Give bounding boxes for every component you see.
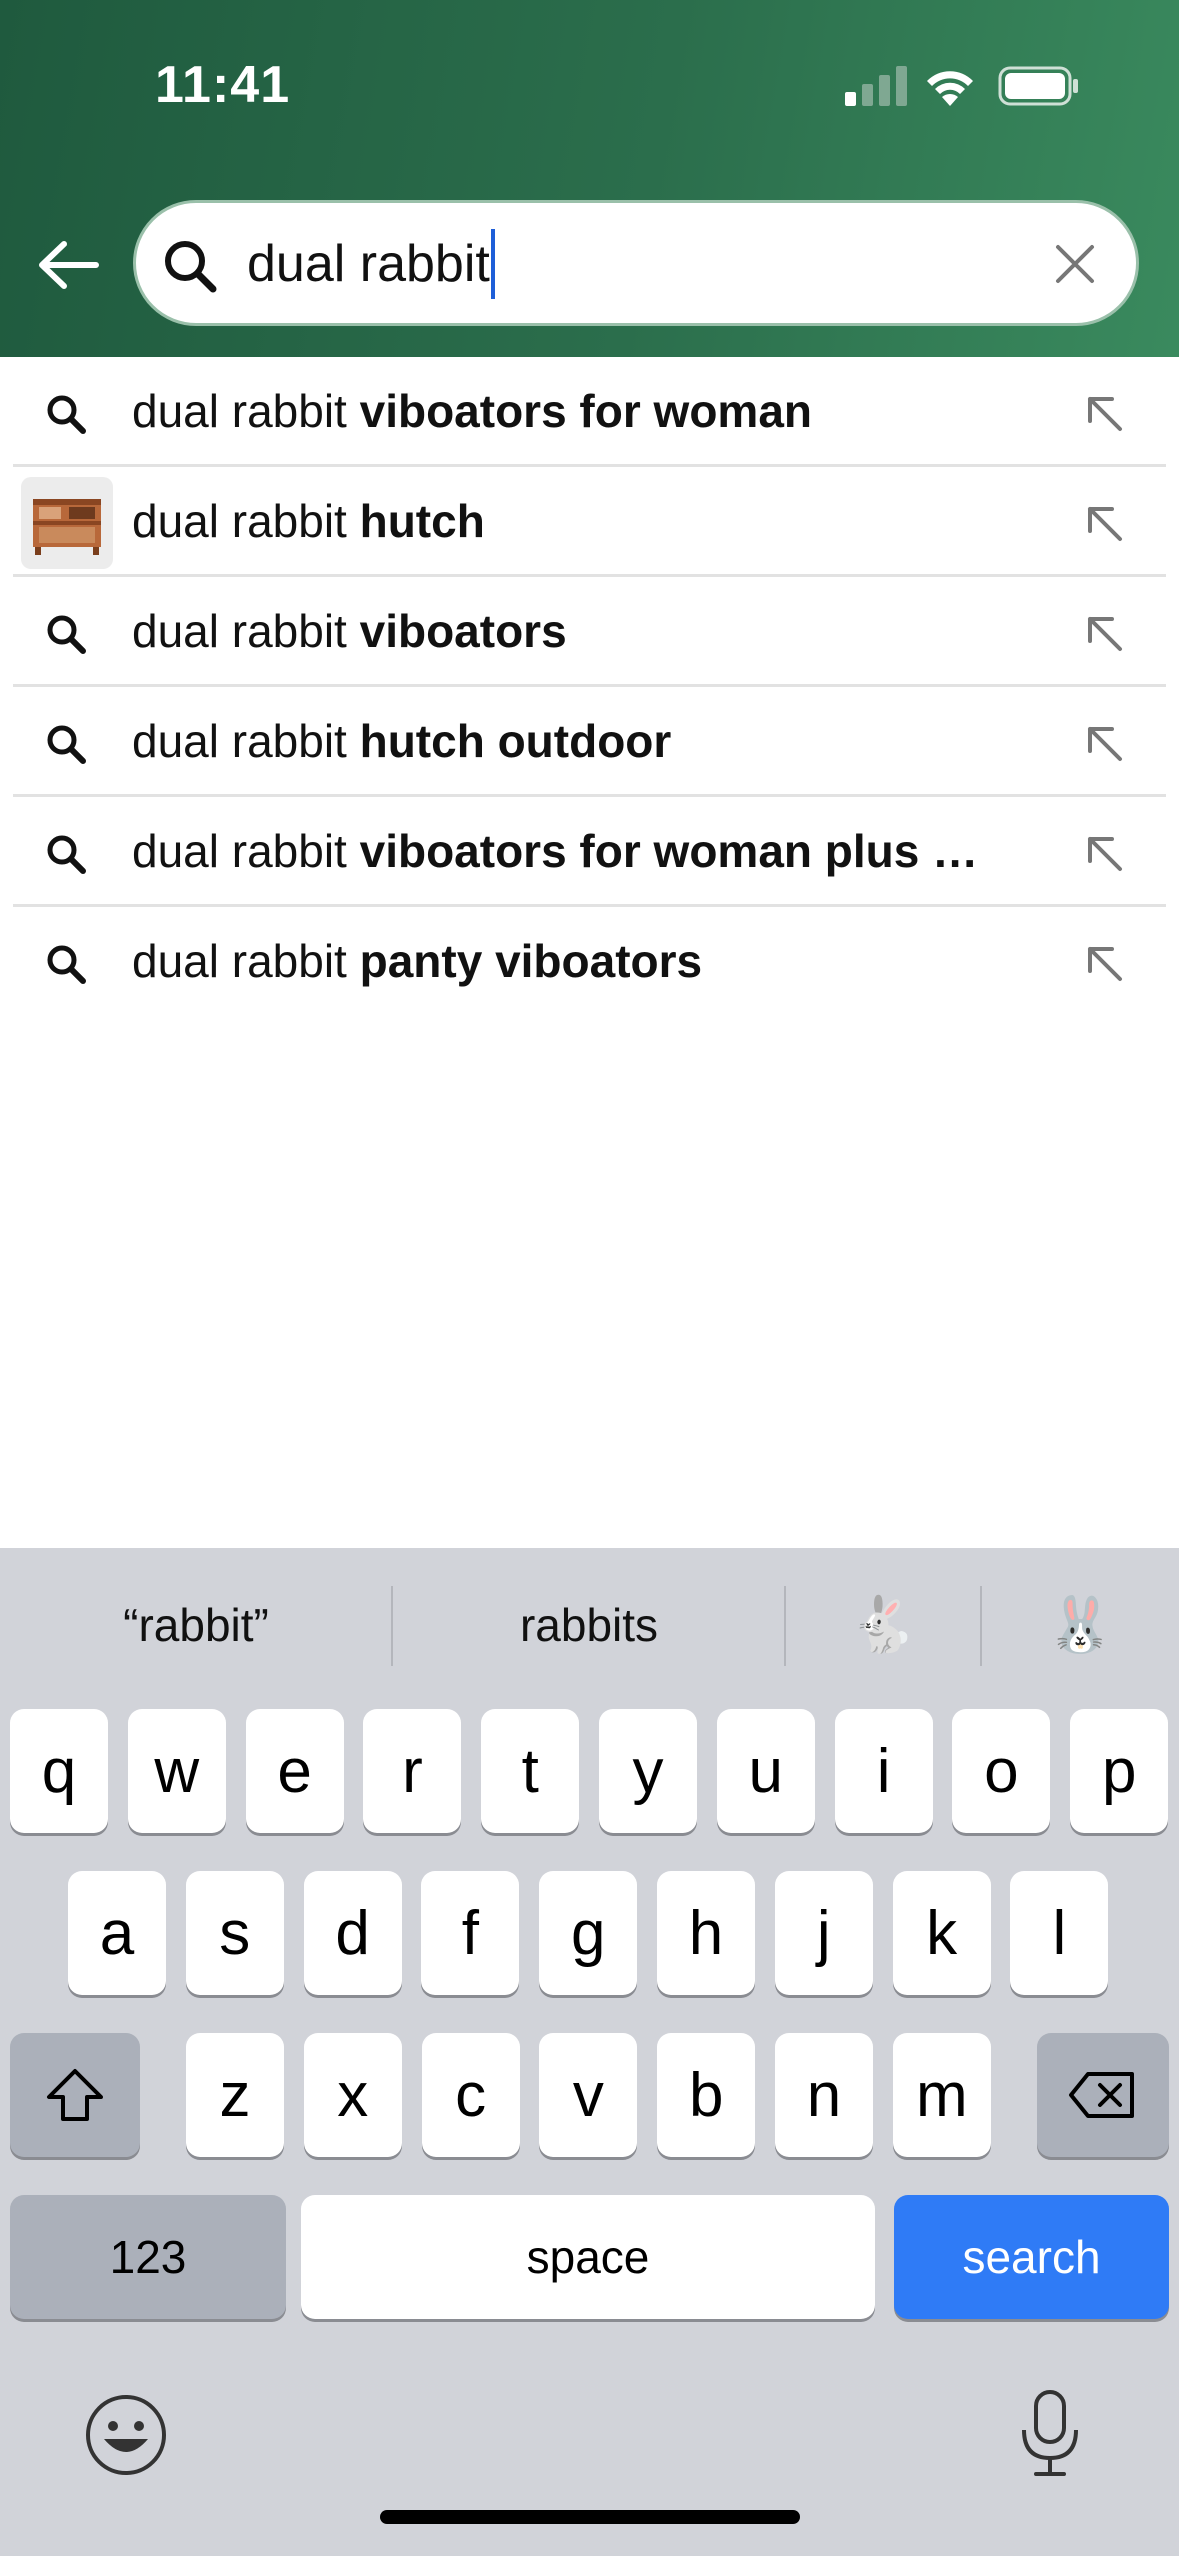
search-query-text[interactable]: dual rabbit [247,229,495,299]
key-s[interactable]: s [185,1871,284,1995]
back-arrow-icon[interactable] [34,230,104,300]
key-f[interactable]: f [421,1871,520,1995]
key-m[interactable]: m [892,2033,991,2157]
clear-search-icon[interactable] [1052,241,1098,287]
key-n[interactable]: n [775,2033,873,2157]
suggestion-text: dual rabbit hutch outdoor [132,711,1042,771]
predictive-text-bar: “rabbit” rabbits 🐇 🐰 [0,1548,1179,1703]
keyboard: “rabbit” rabbits 🐇 🐰 qwertyuiop asdfghjk… [0,1548,1179,2556]
suggestion-prefix: dual rabbit [132,935,360,987]
home-indicator [380,2510,800,2524]
suggestion-text: dual rabbit viboators for woman [132,381,1042,441]
suggestion-prefix: dual rabbit [132,495,360,547]
fill-search-arrow-icon[interactable] [1082,391,1126,435]
suggestion-row[interactable]: dual rabbit viboators for woman plus … [13,797,1166,907]
search-icon [47,945,86,984]
key-w[interactable]: w [127,1709,226,1833]
search-icon [47,725,86,764]
search-icon [47,615,86,654]
key-k[interactable]: k [892,1871,991,1995]
suggestion-prefix: dual rabbit [132,715,360,767]
suggestion-row[interactable]: dual rabbit hutch outdoor [13,687,1166,797]
suggestion-text: dual rabbit viboators [132,601,1042,661]
key-i[interactable]: i [834,1709,933,1833]
space-key[interactable]: space [301,2195,875,2319]
key-d[interactable]: d [303,1871,402,1995]
suggestion-completion: panty viboators [359,935,703,987]
suggestion-completion: viboators for woman plus … [359,825,979,877]
search-suggestions-list: dual rabbit viboators for woman dual rab… [0,357,1179,1014]
suggestion-completion: hutch outdoor [359,715,672,767]
search-icon [47,395,86,434]
key-c[interactable]: c [421,2033,520,2157]
delete-key[interactable] [1037,2033,1169,2157]
fill-search-arrow-icon[interactable] [1082,831,1126,875]
battery-icon [998,66,1078,106]
key-l[interactable]: l [1010,1871,1109,1995]
search-query-value: dual rabbit [247,235,490,293]
key-y[interactable]: y [599,1709,697,1833]
key-h[interactable]: h [657,1871,755,1995]
backspace-icon [1069,2072,1134,2118]
key-r[interactable]: r [363,1709,462,1833]
search-input[interactable]: dual rabbit [133,200,1139,326]
fill-search-arrow-icon[interactable] [1082,721,1126,765]
suggestion-text: dual rabbit hutch [132,491,1042,551]
suggestion-prefix: dual rabbit [132,385,360,437]
suggestion-text: dual rabbit panty viboators [132,931,1042,991]
prediction-quoted[interactable]: “rabbit” [0,1580,392,1670]
key-a[interactable]: a [68,1871,166,1995]
key-q[interactable]: q [10,1709,108,1833]
suggestion-completion: viboators [359,605,567,657]
suggestion-row[interactable]: dual rabbit hutch [13,467,1166,577]
header-bar: 11:41 dual rabbit [0,0,1179,357]
search-icon [47,835,86,874]
fill-search-arrow-icon[interactable] [1082,941,1126,985]
numbers-key[interactable]: 123 [10,2195,286,2319]
cellular-signal-icon [845,66,907,106]
key-x[interactable]: x [303,2033,402,2157]
product-thumbnail [21,477,113,569]
key-t[interactable]: t [481,1709,580,1833]
shift-arrow-icon [47,2069,103,2121]
emoji-icon[interactable] [84,2393,168,2477]
prediction-rabbit-emoji[interactable]: 🐇 [786,1580,980,1670]
suggestion-row[interactable]: dual rabbit viboators [13,577,1166,687]
fill-search-arrow-icon[interactable] [1082,611,1126,655]
suggestion-prefix: dual rabbit [132,605,360,657]
key-j[interactable]: j [774,1871,873,1995]
search-key[interactable]: search [894,2195,1169,2319]
prediction-word[interactable]: rabbits [393,1580,785,1670]
key-p[interactable]: p [1070,1709,1169,1833]
prediction-rabbit-face-emoji[interactable]: 🐰 [982,1580,1179,1670]
suggestion-row[interactable]: dual rabbit panty viboators [13,907,1166,1014]
suggestion-row[interactable]: dual rabbit viboators for woman [13,357,1166,467]
key-o[interactable]: o [952,1709,1051,1833]
suggestion-prefix: dual rabbit [132,825,360,877]
fill-search-arrow-icon[interactable] [1082,501,1126,545]
text-caret [490,229,495,299]
suggestion-completion: hutch [359,495,485,547]
rabbit-hutch-image [33,499,101,555]
key-g[interactable]: g [539,1871,638,1995]
suggestion-text: dual rabbit viboators for woman plus … [132,821,1042,881]
key-u[interactable]: u [716,1709,815,1833]
wifi-icon [927,71,973,106]
key-z[interactable]: z [186,2033,284,2157]
shift-key[interactable] [10,2033,140,2157]
key-e[interactable]: e [245,1709,344,1833]
suggestion-completion: viboators for woman [359,385,812,437]
status-time: 11:41 [155,56,291,114]
microphone-icon[interactable] [1018,2388,1082,2480]
search-icon [165,241,217,293]
key-b[interactable]: b [657,2033,756,2157]
key-v[interactable]: v [539,2033,638,2157]
